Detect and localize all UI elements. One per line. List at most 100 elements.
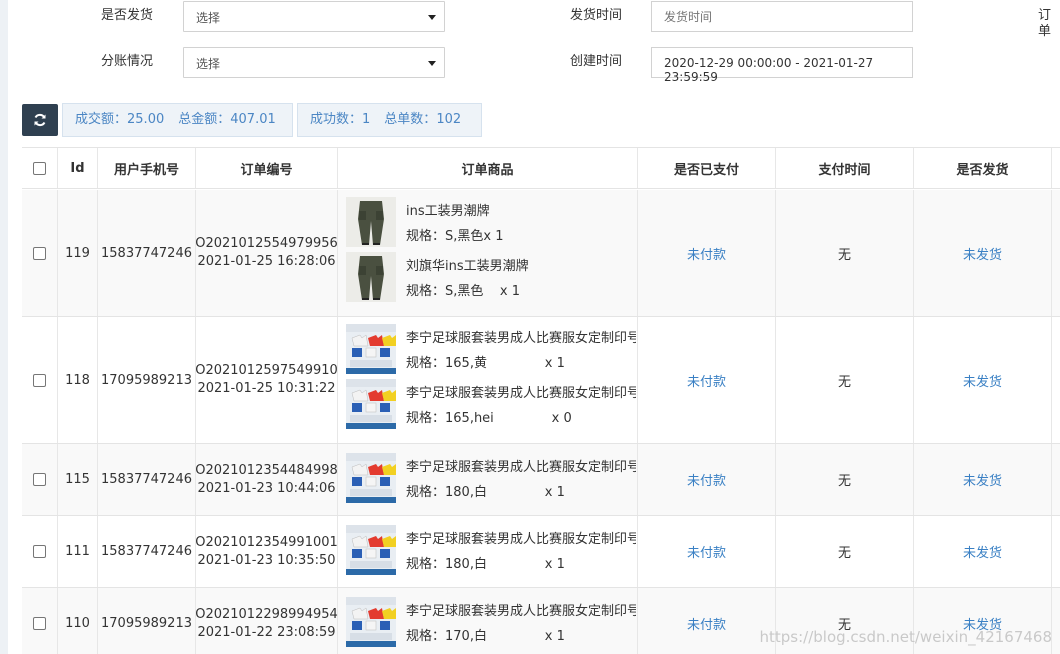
product-title: 李宁足球服套装男成人比赛服女定制印号 bbox=[406, 532, 636, 547]
user-phone: 15837747246 bbox=[98, 516, 196, 587]
order-number: O2021012354991001 bbox=[195, 534, 338, 550]
order-id: 110 bbox=[58, 588, 98, 654]
order-id: 119 bbox=[58, 190, 98, 316]
order-products-cell: 李宁足球服套装男成人比赛服女定制印号 规格：170,白 x 1 bbox=[338, 588, 638, 654]
row-select-cell bbox=[22, 444, 58, 515]
split-select[interactable]: 选择 bbox=[183, 47, 445, 78]
caret-down-icon bbox=[428, 15, 436, 20]
shipping-status[interactable]: 未发货 bbox=[914, 516, 1052, 587]
total-orders-label: 总单数： bbox=[384, 112, 437, 127]
product-item: 李宁足球服套装男成人比赛服女定制印号 规格：180,白 x 1 bbox=[346, 524, 636, 579]
split-select-placeholder: 选择 bbox=[196, 57, 221, 71]
product-spec: 规格：165,hei x 0 bbox=[406, 411, 572, 426]
product-item: 李宁足球服套装男成人比赛服女定制印号 规格：165,黄 x 1 bbox=[346, 323, 636, 378]
row-select-cell bbox=[22, 588, 58, 654]
product-spec: 规格：170,白 x 1 bbox=[406, 629, 565, 644]
order-products-cell: 李宁足球服套装男成人比赛服女定制印号 规格：180,白 x 1 bbox=[338, 444, 638, 515]
product-item: 刘旗华ins工装男潮牌 规格：S,黑色 x 1 bbox=[346, 251, 636, 306]
order-number: O2021012554979956 bbox=[195, 236, 338, 251]
order-products-cell: 李宁足球服套装男成人比赛服女定制印号 规格：165,黄 x 1 李宁足球服套装男成人… bbox=[338, 317, 638, 443]
orders-table: Id 用户手机号 订单编号 订单商品 是否已支付 支付时间 是否发货 119 15… bbox=[22, 147, 1060, 654]
row-checkbox[interactable] bbox=[33, 617, 46, 630]
product-thumbnail bbox=[346, 197, 396, 247]
shipping-status[interactable]: 未发货 bbox=[914, 317, 1052, 443]
order-number: O2021012354484998 bbox=[195, 462, 338, 478]
order-number-cell: O2021012354484998 2021-01-23 10:44:06 bbox=[195, 444, 338, 515]
create-time-input[interactable]: 2020-12-29 00:00:00 - 2021-01-27 23:59:5… bbox=[651, 47, 913, 84]
product-spec: 规格：180,白 x 1 bbox=[406, 485, 565, 500]
order-number-cell: O2021012298994954 2021-01-22 23:08:59 bbox=[195, 588, 338, 654]
order-id: 115 bbox=[58, 444, 98, 515]
refresh-icon bbox=[34, 113, 46, 127]
deal-amount-label: 成交额： bbox=[75, 112, 128, 127]
payment-status[interactable]: 未付款 bbox=[638, 190, 776, 316]
product-title: 李宁足球服套装男成人比赛服女定制印号 bbox=[406, 460, 636, 475]
shipped-select[interactable]: 选择 bbox=[183, 1, 445, 32]
order-id: 111 bbox=[58, 516, 98, 587]
row-select-cell bbox=[22, 516, 58, 587]
product-spec: 规格：S,黑色x 1 bbox=[406, 229, 504, 244]
payment-status[interactable]: 未付款 bbox=[638, 444, 776, 515]
payment-status[interactable]: 未付款 bbox=[638, 588, 776, 654]
header-shipped: 是否发货 bbox=[914, 148, 1052, 188]
order-number: O2021012597549910 bbox=[195, 363, 338, 378]
order-time: 2021-01-22 23:08:59 bbox=[197, 624, 336, 640]
payment-time: 无 bbox=[776, 516, 914, 587]
shipping-status[interactable]: 未发货 bbox=[914, 444, 1052, 515]
payment-status[interactable]: 未付款 bbox=[638, 516, 776, 587]
amount-stats-badge: 成交额：25.00 总金额：407.01 bbox=[62, 103, 293, 137]
order-products-cell: ins工装男潮牌 规格：S,黑色x 1 刘旗华ins工装男潮牌 规格：S,黑色 x 1 bbox=[338, 190, 638, 316]
left-sidebar-strip bbox=[0, 0, 8, 654]
refresh-button[interactable] bbox=[22, 104, 58, 136]
row-select-cell bbox=[22, 190, 58, 316]
product-thumbnail bbox=[346, 453, 396, 503]
table-row: 115 15837747246 O2021012354484998 2021-01-2… bbox=[22, 444, 1060, 516]
total-orders-value: 102 bbox=[436, 112, 462, 127]
order-time: 2021-01-23 10:44:06 bbox=[197, 480, 336, 496]
total-amount-value: 407.01 bbox=[230, 112, 276, 127]
row-checkbox[interactable] bbox=[33, 373, 46, 387]
header-order-no: 订单编号 bbox=[196, 148, 338, 188]
watermark: https://blog.csdn.net/weixin_42167468 bbox=[759, 628, 1052, 646]
table-row: 119 15837747246 O2021012554979956 2021-01-2… bbox=[22, 190, 1060, 317]
shipping-status[interactable]: 未发货 bbox=[914, 190, 1052, 316]
shipped-select-placeholder: 选择 bbox=[196, 11, 221, 25]
order-time: 2021-01-25 16:28:06 bbox=[197, 254, 336, 269]
user-phone: 17095989213 bbox=[98, 588, 196, 654]
table-header-row: Id 用户手机号 订单编号 订单商品 是否已支付 支付时间 是否发货 bbox=[22, 148, 1060, 189]
product-thumbnail bbox=[346, 324, 396, 374]
success-count-value: 1 bbox=[362, 112, 371, 127]
caret-down-icon bbox=[428, 61, 436, 66]
row-checkbox[interactable] bbox=[33, 473, 46, 486]
order-number-cell: O2021012354991001 2021-01-23 10:35:50 bbox=[195, 516, 338, 587]
product-spec: 规格：S,黑色 x 1 bbox=[406, 284, 521, 299]
payment-time: 无 bbox=[776, 190, 914, 316]
header-paid: 是否已支付 bbox=[638, 148, 776, 188]
row-select-cell bbox=[22, 317, 58, 443]
shipped-filter-label: 是否发货 bbox=[101, 8, 154, 23]
payment-time: 无 bbox=[776, 317, 914, 443]
product-title: 刘旗华ins工装男潮牌 bbox=[406, 259, 529, 274]
header-phone: 用户手机号 bbox=[98, 148, 196, 188]
select-all-checkbox[interactable] bbox=[33, 161, 46, 175]
product-item: ins工装男潮牌 规格：S,黑色x 1 bbox=[346, 196, 636, 251]
row-checkbox[interactable] bbox=[33, 545, 46, 558]
product-title: 李宁足球服套装男成人比赛服女定制印号 bbox=[406, 604, 636, 619]
product-item: 李宁足球服套装男成人比赛服女定制印号 规格：170,白 x 1 bbox=[346, 596, 636, 651]
product-title: ins工装男潮牌 bbox=[406, 204, 490, 219]
row-checkbox[interactable] bbox=[33, 246, 46, 260]
create-time-label: 创建时间 bbox=[570, 54, 623, 69]
ship-time-label: 发货时间 bbox=[570, 8, 623, 23]
header-select-all[interactable] bbox=[22, 148, 58, 188]
product-thumbnail bbox=[346, 252, 396, 302]
product-title: 李宁足球服套装男成人比赛服女定制印号 bbox=[406, 331, 636, 346]
order-time: 2021-01-23 10:35:50 bbox=[197, 552, 336, 568]
payment-status[interactable]: 未付款 bbox=[638, 317, 776, 443]
table-row: 118 17095989213 O2021012597549910 2021-01-2… bbox=[22, 317, 1060, 444]
order-number: O2021012298994954 bbox=[195, 606, 338, 622]
product-spec: 规格：180,白 x 1 bbox=[406, 557, 565, 572]
header-products: 订单商品 bbox=[338, 148, 638, 188]
product-spec: 规格：165,黄 x 1 bbox=[406, 356, 565, 371]
product-thumbnail bbox=[346, 525, 396, 575]
ship-time-input[interactable] bbox=[651, 1, 913, 32]
